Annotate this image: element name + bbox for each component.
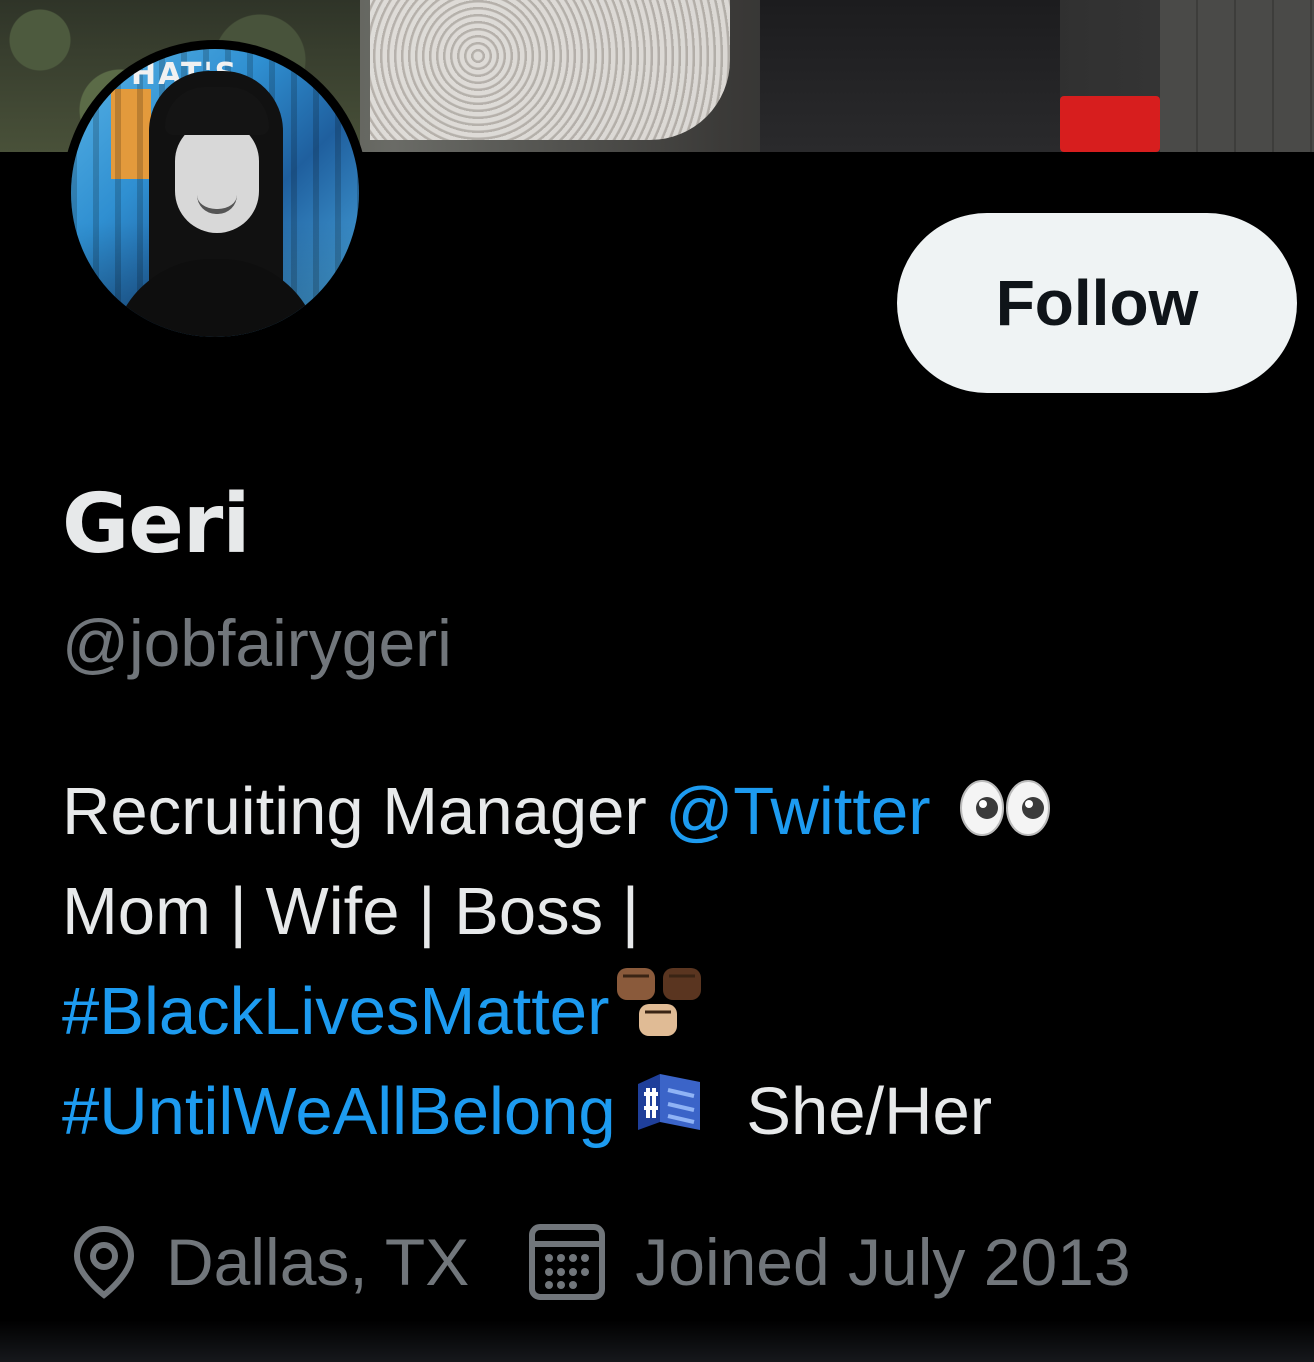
bio-line-4: #UntilWeAllBelong She/Her bbox=[62, 1062, 1262, 1162]
blacklivesmatter-hashtag-link[interactable]: #BlackLivesMatter bbox=[62, 974, 609, 1049]
profile-bio: Recruiting Manager @Twitter Mom | Wife |… bbox=[62, 762, 1262, 1162]
bio-line-2: Mom | Wife | Boss | bbox=[62, 874, 640, 949]
calendar-icon bbox=[527, 1222, 607, 1302]
eyes-emoji-icon bbox=[959, 766, 1053, 866]
twitter-mention-link[interactable]: @Twitter bbox=[665, 774, 930, 849]
location-item: Dallas, TX bbox=[70, 1224, 469, 1300]
joined-item: Joined July 2013 bbox=[527, 1222, 1131, 1302]
profile-avatar[interactable]: HAT'S bbox=[62, 40, 368, 346]
user-handle: @jobfairygeri bbox=[62, 606, 452, 680]
banner-dark-suit bbox=[760, 0, 1060, 152]
bio-job-title: Recruiting Manager bbox=[62, 774, 666, 849]
avatar-face bbox=[175, 121, 259, 233]
follow-button[interactable]: Follow bbox=[897, 213, 1297, 393]
banner-lace-dress bbox=[370, 0, 730, 140]
display-name: Geri bbox=[62, 477, 250, 572]
bio-line-1: Recruiting Manager @Twitter bbox=[62, 762, 1262, 862]
hashtag-blocks-emoji-icon bbox=[630, 1066, 710, 1166]
bio-line-3: #BlackLivesMatter bbox=[62, 962, 1262, 1062]
pronouns-text: She/Her bbox=[746, 1074, 993, 1149]
avatar-photo: HAT'S bbox=[71, 49, 359, 337]
location-pin-icon bbox=[70, 1225, 138, 1299]
untilweallbelong-hashtag-link[interactable]: #UntilWeAllBelong bbox=[62, 1074, 616, 1149]
banner-wall bbox=[1160, 0, 1314, 152]
raised-fists-emoji-icon bbox=[609, 962, 709, 1070]
joined-date-text: Joined July 2013 bbox=[635, 1225, 1131, 1299]
section-divider bbox=[0, 1320, 1314, 1362]
banner-red-chair bbox=[1060, 96, 1160, 152]
profile-meta: Dallas, TX Joined July 2013 bbox=[70, 1222, 1131, 1302]
location-text: Dallas, TX bbox=[166, 1225, 470, 1299]
